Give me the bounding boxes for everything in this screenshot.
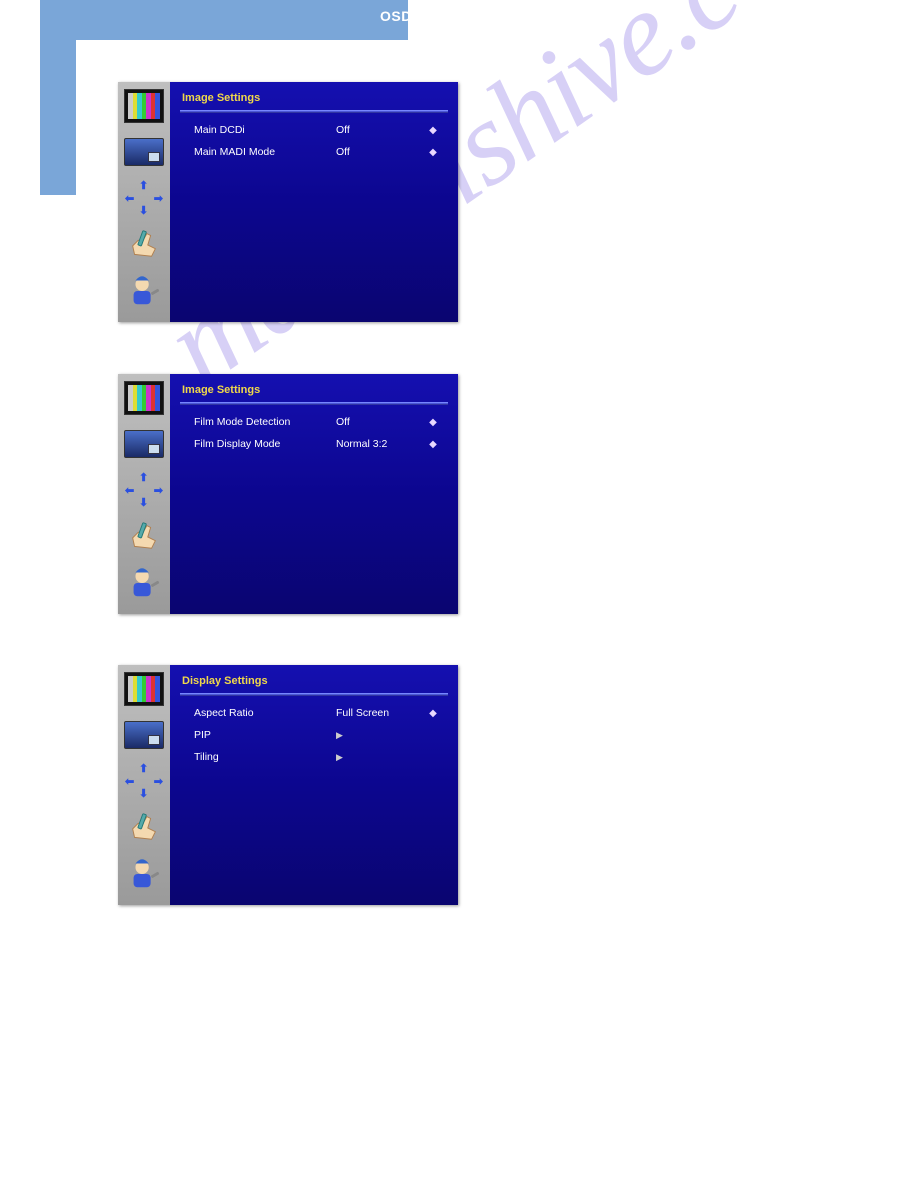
monitor-icon[interactable] [121, 130, 167, 174]
menu-row-film-mode-detection[interactable]: Film Mode Detection Off ◆ [180, 413, 448, 431]
updown-icon: ◆ [426, 708, 440, 719]
menu-row-film-display-mode[interactable]: Film Display Mode Normal 3:2 ◆ [180, 435, 448, 453]
color-bars-icon[interactable] [121, 667, 167, 711]
divider [180, 693, 448, 696]
color-bars-icon[interactable] [121, 376, 167, 420]
hand-icon[interactable] [121, 222, 167, 266]
menu-row-main-dcdi[interactable]: Main DCDi Off ◆ [180, 121, 448, 139]
menu-row-aspect-ratio[interactable]: Aspect Ratio Full Screen ◆ [180, 704, 448, 722]
row-label: Tiling [194, 751, 336, 763]
menu-row-tiling[interactable]: Tiling ▶ [180, 748, 448, 766]
arrows-icon[interactable]: ⬆⬇⬅➡ [121, 468, 167, 512]
divider [180, 402, 448, 405]
engineer-icon[interactable] [121, 268, 167, 312]
submenu-arrow-icon: ▶ [336, 730, 426, 741]
osd-title: Image Settings [180, 380, 448, 402]
row-value: Full Screen [336, 707, 426, 719]
updown-icon: ◆ [426, 125, 440, 136]
monitor-icon[interactable] [121, 422, 167, 466]
osd-panel-display-settings: ⬆⬇⬅➡ Display Settings Aspect Ratio Full … [118, 665, 458, 905]
arrows-icon[interactable]: ⬆⬇⬅➡ [121, 759, 167, 803]
row-value: Off [336, 416, 426, 428]
engineer-icon[interactable] [121, 560, 167, 604]
page-header-title: OSD Menu Function [380, 8, 522, 24]
row-value: Normal 3:2 [336, 438, 426, 450]
osd-panel-image-settings-1: ⬆⬇⬅➡ Image Settings Main DCDi Off ◆ Main… [118, 82, 458, 322]
arrows-icon[interactable]: ⬆⬇⬅➡ [121, 176, 167, 220]
row-label: Aspect Ratio [194, 707, 336, 719]
divider [180, 110, 448, 113]
row-label: Main DCDi [194, 124, 336, 136]
row-label: Main MADI Mode [194, 146, 336, 158]
menu-row-pip[interactable]: PIP ▶ [180, 726, 448, 744]
engineer-icon[interactable] [121, 851, 167, 895]
row-label: PIP [194, 729, 336, 741]
osd-sidebar: ⬆⬇⬅➡ [118, 374, 170, 614]
updown-icon: ◆ [426, 439, 440, 450]
row-label: Film Display Mode [194, 438, 336, 450]
row-value: Off [336, 146, 426, 158]
monitor-icon[interactable] [121, 713, 167, 757]
row-value: Off [336, 124, 426, 136]
osd-content: Display Settings Aspect Ratio Full Scree… [170, 665, 458, 905]
hand-icon[interactable] [121, 805, 167, 849]
hand-icon[interactable] [121, 514, 167, 558]
osd-title: Display Settings [180, 671, 448, 693]
updown-icon: ◆ [426, 417, 440, 428]
color-bars-icon[interactable] [121, 84, 167, 128]
osd-content: Image Settings Film Mode Detection Off ◆… [170, 374, 458, 614]
osd-panel-image-settings-2: ⬆⬇⬅➡ Image Settings Film Mode Detection … [118, 374, 458, 614]
page-side-tab [40, 0, 76, 195]
osd-sidebar: ⬆⬇⬅➡ [118, 665, 170, 905]
page-header-block [76, 0, 408, 40]
osd-title: Image Settings [180, 88, 448, 110]
submenu-arrow-icon: ▶ [336, 752, 426, 763]
osd-sidebar: ⬆⬇⬅➡ [118, 82, 170, 322]
row-label: Film Mode Detection [194, 416, 336, 428]
osd-content: Image Settings Main DCDi Off ◆ Main MADI… [170, 82, 458, 322]
updown-icon: ◆ [426, 147, 440, 158]
menu-row-main-madi[interactable]: Main MADI Mode Off ◆ [180, 143, 448, 161]
